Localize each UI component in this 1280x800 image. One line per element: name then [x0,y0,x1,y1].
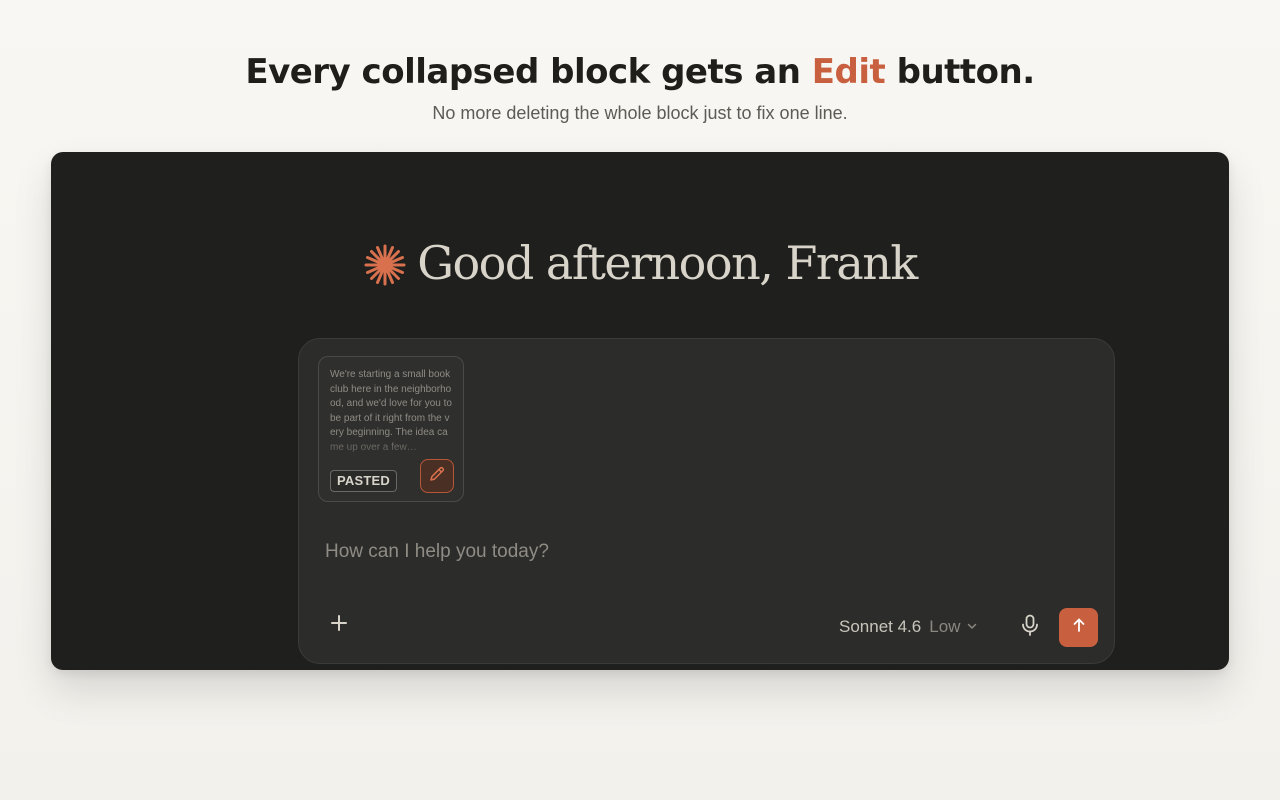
greeting: Good afternoon, Frank [51,236,1229,290]
prompt-input[interactable] [325,537,1085,567]
headline-text-before: Every collapsed block gets an [245,52,812,92]
pasted-block-card[interactable]: We're starting a small book club here in… [318,356,464,502]
pasted-block-preview: We're starting a small book club here in… [330,369,452,454]
pasted-badge: PASTED [330,470,397,492]
chevron-down-icon [966,619,978,637]
plus-icon [330,614,348,637]
add-attachment-button[interactable] [323,609,355,641]
arrow-up-icon [1071,617,1087,638]
app-window: Good afternoon, Frank We're starting a s… [51,152,1229,670]
headline-accent-edit: Edit [811,52,886,92]
chat-composer: We're starting a small book club here in… [298,338,1115,664]
pencil-icon [428,465,446,488]
model-effort: Low [929,617,961,636]
page-subtitle: No more deleting the whole block just to… [432,103,848,123]
model-selector[interactable]: Sonnet 4.6 Low [839,613,978,641]
sparkle-burst-icon [363,243,407,287]
microphone-icon [1020,614,1040,641]
headline-text-after: button. [885,52,1036,92]
send-button[interactable] [1059,608,1098,647]
edit-pasted-block-button[interactable] [420,459,454,493]
model-name: Sonnet 4.6 [839,617,922,636]
greeting-text: Good afternoon, Frank [417,236,918,290]
voice-input-button[interactable] [1015,611,1045,643]
page-headline: Every collapsed block gets an Edit butto… [0,52,1280,92]
